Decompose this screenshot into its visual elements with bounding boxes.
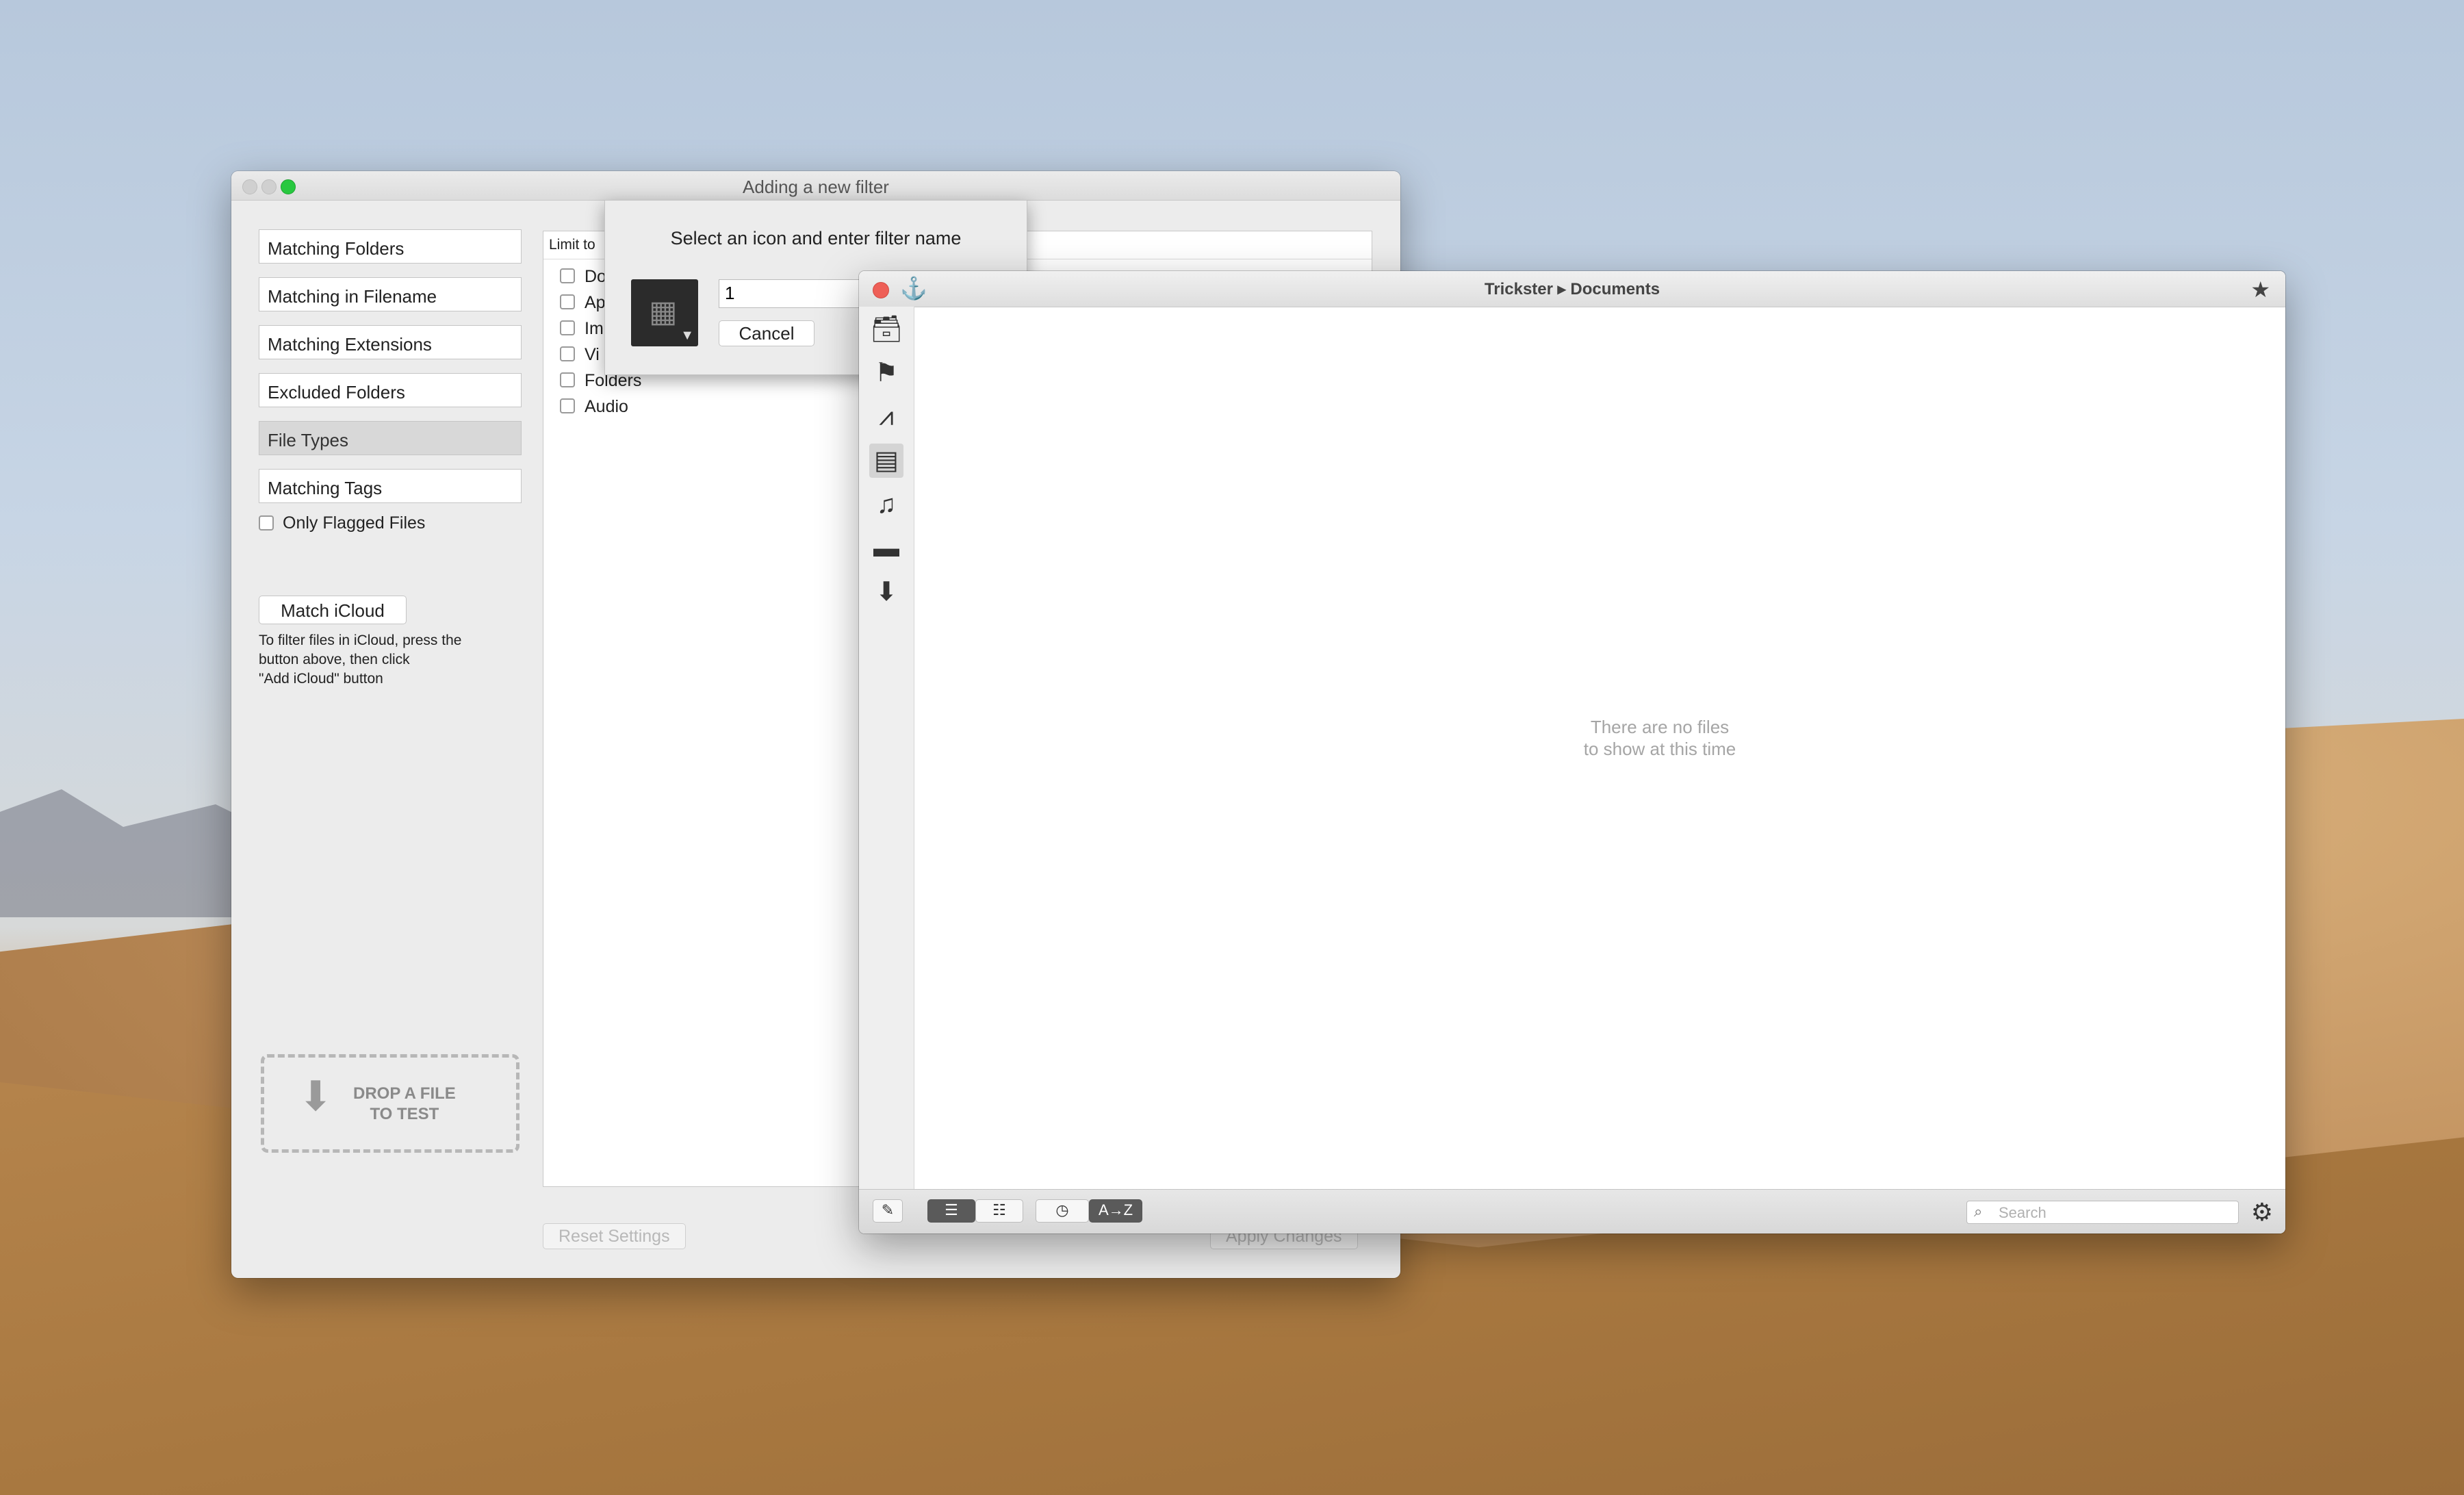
icloud-help-line1: To filter files in iCloud, press the — [259, 632, 462, 648]
file-type-label: Audio — [585, 397, 628, 416]
folder-icon[interactable]: ▬ — [869, 531, 903, 565]
file-type-label: Im — [585, 319, 604, 338]
drop-zone[interactable]: ⬇ DROP A FILE TO TEST — [261, 1054, 519, 1153]
search-placeholder: Search — [1999, 1204, 2046, 1221]
cancel-button[interactable]: Cancel — [719, 320, 814, 346]
drop-box-icon: ⬇ — [298, 1073, 333, 1119]
filter-matching-filename[interactable]: Matching in Filename — [259, 277, 522, 311]
match-icloud-button[interactable]: Match iCloud — [259, 596, 407, 624]
clock-sort-icon[interactable]: ◷ — [1036, 1199, 1089, 1223]
trickster-window: ⚓ Trickster ▸ Documents ★ 🗃 ⚑ ⩘ ▤ ♫ ▬ ⬇ … — [859, 271, 2285, 1234]
star-icon[interactable]: ★ — [2250, 277, 2270, 303]
empty-message-line2: to show at this time — [1583, 739, 1736, 759]
edit-icon[interactable]: ✎ — [873, 1199, 903, 1223]
icloud-help-line3: "Add iCloud" button — [259, 671, 383, 687]
checkbox[interactable] — [560, 372, 575, 387]
sort-az-button[interactable]: A→Z — [1089, 1199, 1142, 1223]
inbox-icon[interactable]: 🗃 — [869, 312, 903, 346]
icloud-help-line2: button above, then click — [259, 652, 410, 667]
list-view-icon[interactable]: ☰ — [927, 1199, 975, 1223]
filter-matching-folders[interactable]: Matching Folders — [259, 229, 522, 264]
checkbox[interactable] — [560, 268, 575, 283]
checkbox[interactable] — [560, 346, 575, 361]
download-icon[interactable]: ⬇ — [869, 575, 903, 609]
trickster-title: Trickster ▸ Documents — [1484, 280, 1660, 298]
only-flagged-checkbox[interactable] — [259, 515, 274, 531]
trickster-footer: ✎ ☰ ☷ ◷ A→Z ⌕ Search ⚙ — [859, 1189, 2285, 1234]
window-title: Adding a new filter — [743, 177, 889, 197]
trickster-sidebar: 🗃 ⚑ ⩘ ▤ ♫ ▬ ⬇ — [859, 307, 914, 1190]
flag-icon[interactable]: ⚑ — [869, 356, 903, 390]
search-field[interactable]: ⌕ Search — [1966, 1201, 2239, 1224]
trickster-titlebar: ⚓ Trickster ▸ Documents ★ — [859, 271, 2285, 307]
search-icon: ⌕ — [1974, 1203, 1983, 1220]
app-store-icon[interactable]: ⩘ — [869, 400, 903, 434]
sheet-title: Select an icon and enter filter name — [670, 228, 962, 248]
filter-excluded-folders[interactable]: Excluded Folders — [259, 373, 522, 407]
drop-zone-line1: DROP A FILE — [353, 1084, 456, 1103]
music-icon[interactable]: ♫ — [869, 487, 903, 522]
filter-matching-tags[interactable]: Matching Tags — [259, 469, 522, 503]
empty-message: There are no files to show at this time — [1475, 716, 1845, 760]
checkbox[interactable] — [560, 398, 575, 413]
checkbox[interactable] — [560, 320, 575, 335]
drop-zone-text: DROP A FILE TO TEST — [353, 1084, 456, 1125]
detail-view-icon[interactable]: ☷ — [975, 1199, 1023, 1223]
document-icon[interactable]: ▤ — [869, 444, 903, 478]
drop-zone-line2: TO TEST — [370, 1105, 439, 1123]
gear-icon[interactable]: ⚙ — [2251, 1198, 2273, 1227]
empty-message-line1: There are no files — [1590, 717, 1730, 737]
filter-matching-extensions[interactable]: Matching Extensions — [259, 325, 522, 359]
file-type-label: Vi — [585, 345, 600, 364]
film-icon: ▦ — [649, 295, 678, 329]
limit-to-label: Limit to — [549, 237, 595, 253]
checkbox[interactable] — [560, 294, 575, 309]
filter-file-types[interactable]: File Types — [259, 421, 522, 455]
file-type-label: Do — [585, 267, 606, 286]
filter-window-titlebar: Adding a new filter — [231, 171, 1400, 201]
icon-picker[interactable]: ▦ ▼ — [631, 279, 698, 346]
file-type-label: Ap — [585, 293, 606, 312]
dropdown-arrow-icon: ▼ — [680, 328, 694, 343]
reset-settings-button[interactable]: Reset Settings — [543, 1223, 686, 1249]
only-flagged-label: Only Flagged Files — [283, 513, 426, 533]
